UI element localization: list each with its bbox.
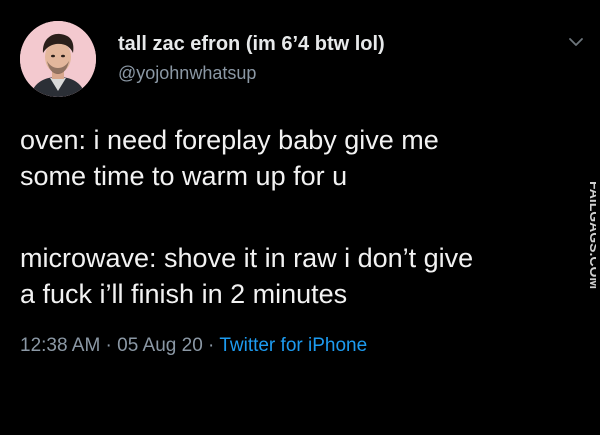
tweet-card: tall zac efron (im 6’4 btw lol) @yojohnw… [0,0,600,435]
watermark-text: FAILGAGS.COM [587,181,596,289]
author-display-name[interactable]: tall zac efron (im 6’4 btw lol) [118,33,385,56]
tweet-date[interactable]: 05 Aug 20 [117,335,203,356]
avatar-image [20,21,96,97]
watermark: FAILGAGS.COM [574,160,596,310]
tweet-text: oven: i need foreplay baby give me some … [20,122,560,312]
author-handle[interactable]: @yojohnwhatsup [118,63,256,84]
meta-separator: · [202,335,220,356]
tweet-source-link[interactable]: Twitter for iPhone [219,335,367,356]
tweet-meta: 12:38 AM · 05 Aug 20 · Twitter for iPhon… [20,335,367,357]
tweet-paragraph-microwave: microwave: shove it in raw i don’t give … [20,243,474,309]
tweet-time[interactable]: 12:38 AM [20,335,100,356]
tweet-paragraph-oven: oven: i need foreplay baby give me some … [20,125,439,191]
meta-separator: · [100,335,118,356]
chevron-down-icon[interactable] [566,34,586,50]
avatar[interactable] [20,21,96,97]
